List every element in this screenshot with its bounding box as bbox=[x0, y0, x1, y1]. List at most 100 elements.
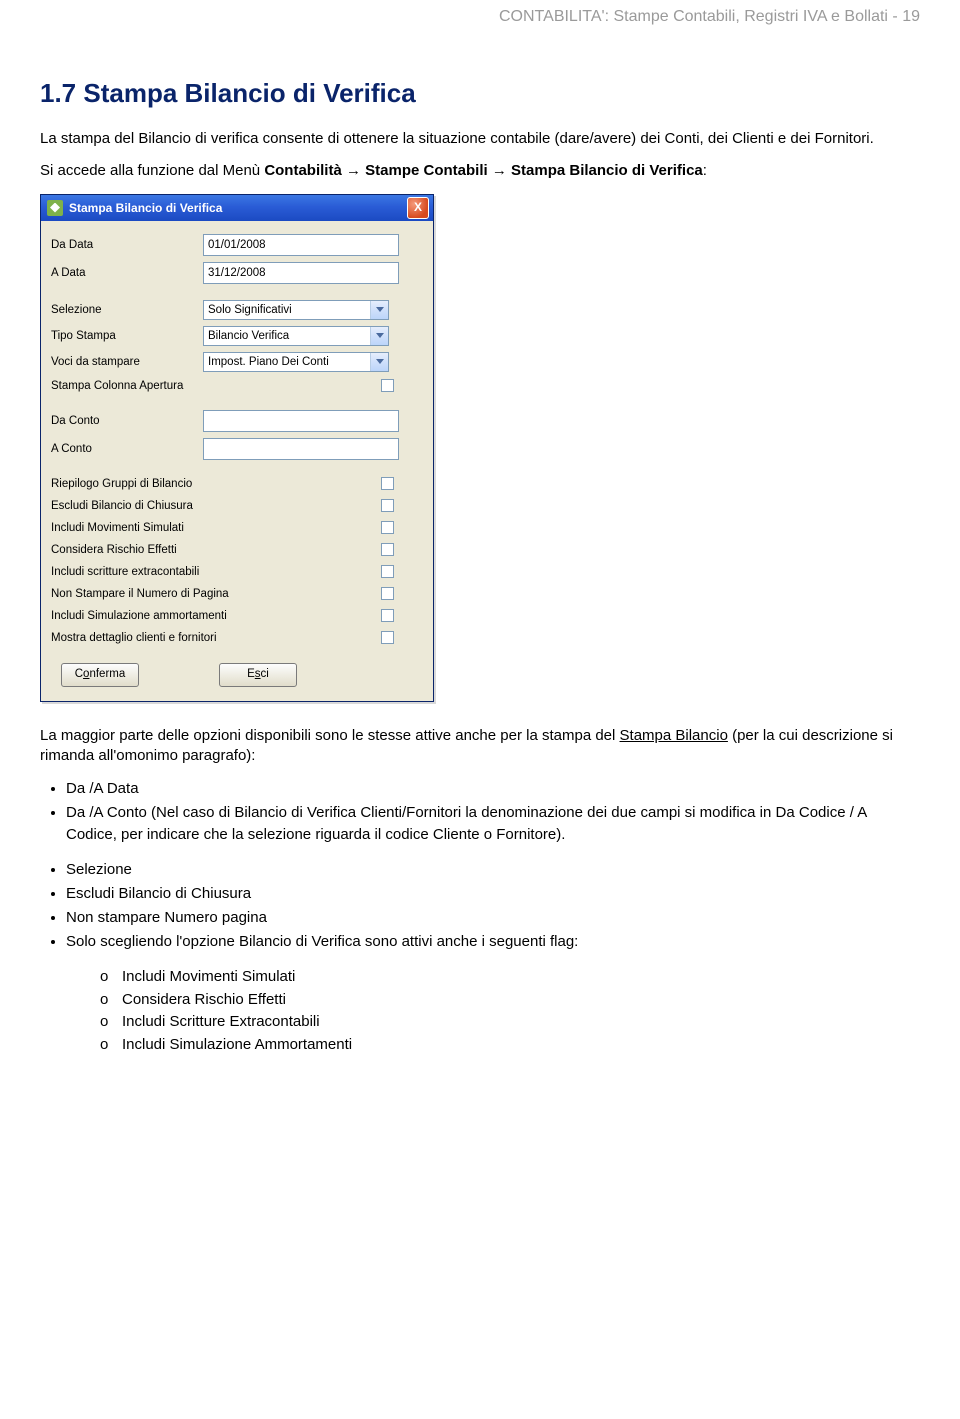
chevron-down-icon[interactable] bbox=[370, 353, 388, 371]
checkbox[interactable] bbox=[381, 499, 394, 512]
chk-label: Includi Simulazione ammortamenti bbox=[51, 610, 381, 622]
chk-label: Escludi Bilancio di Chiusura bbox=[51, 500, 381, 512]
label-selezione: Selezione bbox=[51, 304, 203, 316]
intro-text: La stampa del Bilancio di verifica conse… bbox=[40, 129, 920, 149]
sub-item: Includi Movimenti Simulati bbox=[100, 966, 920, 989]
sub-bold: Considera Rischio Effetti bbox=[122, 991, 286, 1008]
chk-row: Escludi Bilancio di Chiusura bbox=[51, 495, 423, 517]
combo-selezione[interactable]: Solo Significativi bbox=[203, 300, 389, 320]
dialog-body: Da Data A Data Selezione Solo Significat… bbox=[41, 221, 433, 701]
sub-bold: Includi Scritture Extracontabili bbox=[122, 1013, 320, 1030]
label-da-conto: Da Conto bbox=[51, 415, 203, 427]
dialog-window: Stampa Bilancio di Verifica X Da Data A … bbox=[40, 194, 434, 702]
bullet-item: Non stampare Numero pagina bbox=[66, 907, 920, 929]
dialog-title: Stampa Bilancio di Verifica bbox=[69, 201, 407, 215]
btn-text: ci bbox=[261, 668, 269, 680]
page-header: CONTABILITA': Stampe Contabili, Registri… bbox=[40, 0, 920, 58]
exit-button[interactable]: Esci bbox=[219, 663, 297, 687]
confirm-button[interactable]: Conferma bbox=[61, 663, 139, 687]
btn-text: nferma bbox=[89, 668, 125, 680]
bullet-text: (Nel caso di Bilancio di Verifica Client… bbox=[147, 804, 776, 821]
sub-bold: Includi Simulazione Ammortamenti bbox=[122, 1036, 352, 1053]
label-col-apertura: Stampa Colonna Apertura bbox=[51, 380, 381, 392]
combo-voci[interactable]: Impost. Piano Dei Conti bbox=[203, 352, 389, 372]
nav-m3: Stampa Bilancio di Verifica bbox=[511, 162, 703, 179]
bullet-item: Da /A Conto (Nel caso di Bilancio di Ver… bbox=[66, 802, 920, 846]
combo-voci-value: Impost. Piano Dei Conti bbox=[208, 356, 329, 368]
link-stampa-bilancio[interactable]: Stampa Bilancio bbox=[620, 727, 728, 744]
checkbox[interactable] bbox=[381, 565, 394, 578]
row-a-conto: A Conto bbox=[51, 435, 423, 463]
close-button[interactable]: X bbox=[407, 197, 429, 219]
sub-bullets: Includi Movimenti Simulati Considera Ris… bbox=[100, 966, 920, 1056]
arrow-icon: → bbox=[492, 162, 507, 179]
bullet-bold: Non stampare Numero pagina bbox=[66, 909, 267, 926]
chk-row: Non Stampare il Numero di Pagina bbox=[51, 583, 423, 605]
nav-m1: Contabilità bbox=[264, 162, 342, 179]
row-voci: Voci da stampare Impost. Piano Dei Conti bbox=[51, 349, 423, 375]
checkbox[interactable] bbox=[381, 587, 394, 600]
row-tipo-stampa: Tipo Stampa Bilancio Verifica bbox=[51, 323, 423, 349]
combo-selezione-value: Solo Significativi bbox=[208, 304, 292, 316]
checkbox[interactable] bbox=[381, 609, 394, 622]
chk-row: Considera Rischio Effetti bbox=[51, 539, 423, 561]
chk-label: Considera Rischio Effetti bbox=[51, 544, 381, 556]
input-da-data[interactable] bbox=[203, 234, 399, 256]
checkbox[interactable] bbox=[381, 521, 394, 534]
nav-m2: Stampe Contabili bbox=[365, 162, 488, 179]
bullet-bold: Da /A Data bbox=[66, 780, 139, 797]
label-a-data: A Data bbox=[51, 267, 203, 279]
after-dialog-text: La maggior parte delle opzioni disponibi… bbox=[40, 726, 920, 767]
chk-label: Mostra dettaglio clienti e fornitori bbox=[51, 632, 381, 644]
chk-label: Riepilogo Gruppi di Bilancio bbox=[51, 478, 381, 490]
bullet-bold: Selezione bbox=[66, 861, 132, 878]
bullet-bold: Da /A Conto bbox=[66, 804, 147, 821]
checkbox[interactable] bbox=[381, 543, 394, 556]
label-da-data: Da Data bbox=[51, 239, 203, 251]
dialog-titlebar[interactable]: Stampa Bilancio di Verifica X bbox=[41, 195, 433, 221]
row-selezione: Selezione Solo Significativi bbox=[51, 297, 423, 323]
checkbox[interactable] bbox=[381, 631, 394, 644]
bullet-bold: Escludi Bilancio di Chiusura bbox=[66, 885, 251, 902]
label-voci: Voci da stampare bbox=[51, 356, 203, 368]
dialog-buttons: Conferma Esci bbox=[51, 649, 423, 689]
bullets-b: Selezione Escludi Bilancio di Chiusura N… bbox=[40, 859, 920, 952]
chk-label: Includi scritture extracontabili bbox=[51, 566, 381, 578]
row-da-conto: Da Conto bbox=[51, 407, 423, 435]
chk-row: Mostra dettaglio clienti e fornitori bbox=[51, 627, 423, 649]
input-da-conto[interactable] bbox=[203, 410, 399, 432]
section-title: 1.7 Stampa Bilancio di Verifica bbox=[40, 78, 920, 109]
row-a-data: A Data bbox=[51, 259, 423, 287]
app-icon bbox=[47, 200, 63, 216]
chk-row: Includi Simulazione ammortamenti bbox=[51, 605, 423, 627]
colon: : bbox=[703, 162, 707, 179]
bullet-item: Solo scegliendo l'opzione Bilancio di Ve… bbox=[66, 931, 920, 953]
sub-item: Includi Scritture Extracontabili bbox=[100, 1011, 920, 1034]
nav-prefix: Si accede alla funzione dal Menù bbox=[40, 162, 264, 179]
chk-row: Riepilogo Gruppi di Bilancio bbox=[51, 473, 423, 495]
bullet-item: Da /A Data bbox=[66, 778, 920, 800]
chevron-down-icon[interactable] bbox=[370, 301, 388, 319]
label-a-conto: A Conto bbox=[51, 443, 203, 455]
chevron-down-icon[interactable] bbox=[370, 327, 388, 345]
combo-tipo-stampa-value: Bilancio Verifica bbox=[208, 330, 289, 342]
nav-text: Si accede alla funzione dal Menù Contabi… bbox=[40, 161, 920, 181]
label-tipo-stampa: Tipo Stampa bbox=[51, 330, 203, 342]
chk-row: Includi Movimenti Simulati bbox=[51, 517, 423, 539]
checkbox[interactable] bbox=[381, 477, 394, 490]
chk-label: Includi Movimenti Simulati bbox=[51, 522, 381, 534]
bullet-item: Escludi Bilancio di Chiusura bbox=[66, 883, 920, 905]
bullet-text: Solo scegliendo l'opzione Bilancio di Ve… bbox=[66, 933, 578, 950]
sub-item: Considera Rischio Effetti bbox=[100, 989, 920, 1012]
btn-text: C bbox=[75, 668, 83, 680]
bullet-item: Selezione bbox=[66, 859, 920, 881]
input-a-data[interactable] bbox=[203, 262, 399, 284]
checkbox-col-apertura[interactable] bbox=[381, 379, 394, 392]
sub-bold: Includi Movimenti Simulati bbox=[122, 968, 295, 985]
after-a: La maggior parte delle opzioni disponibi… bbox=[40, 727, 620, 744]
combo-tipo-stampa[interactable]: Bilancio Verifica bbox=[203, 326, 389, 346]
input-a-conto[interactable] bbox=[203, 438, 399, 460]
bullets-a: Da /A Data Da /A Conto (Nel caso di Bila… bbox=[40, 778, 920, 845]
row-col-apertura: Stampa Colonna Apertura bbox=[51, 375, 423, 397]
bullet-text: , per indicare che la selezione riguarda… bbox=[113, 826, 566, 843]
